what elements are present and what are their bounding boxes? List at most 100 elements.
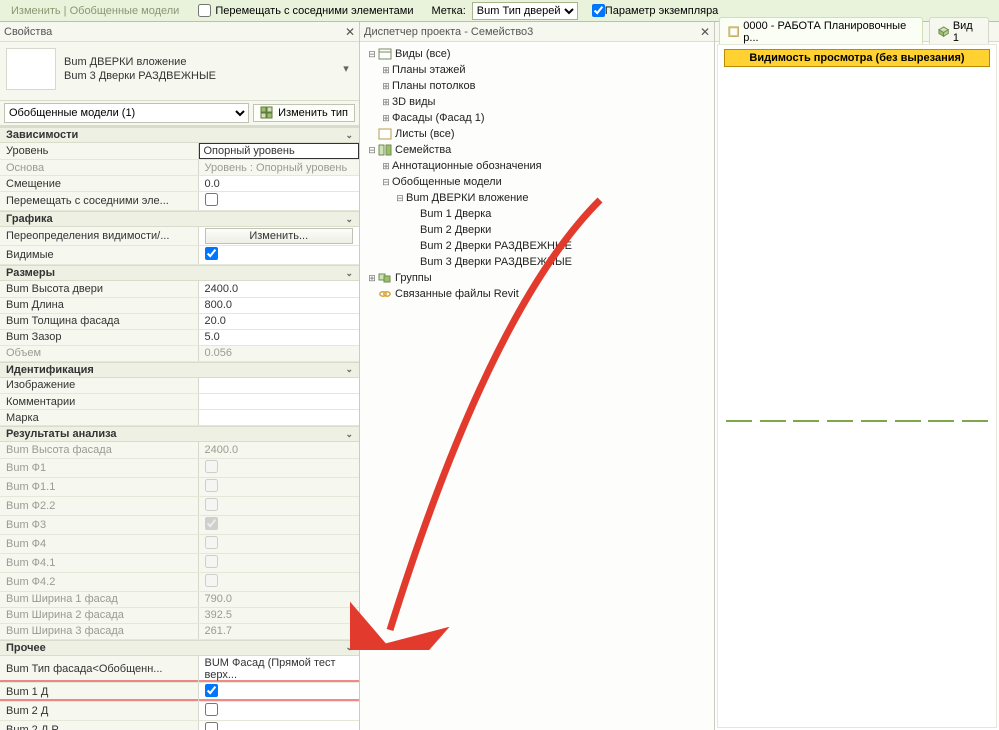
property-name: Уровень bbox=[0, 143, 198, 160]
property-value[interactable]: Опорный уровень bbox=[198, 143, 359, 160]
property-name: Bum Ф4.1 bbox=[0, 553, 198, 572]
tree-node-label: Bum 3 Дверки РАЗДВЕЖНЫЕ bbox=[420, 256, 572, 268]
tree-twisty-icon[interactable]: ⊞ bbox=[380, 81, 392, 92]
fam-icon bbox=[378, 144, 392, 156]
view-tab-sheet[interactable]: 0000 - РАБОТА Планировочные р... bbox=[719, 17, 923, 46]
view-tab-view1[interactable]: Вид 1 bbox=[929, 17, 989, 46]
tree-node[interactable]: ⊟Виды (все) bbox=[364, 46, 710, 62]
view-tab-view1-label: Вид 1 bbox=[953, 20, 980, 44]
properties-close-icon[interactable]: ✕ bbox=[345, 25, 355, 39]
property-value[interactable] bbox=[198, 701, 359, 720]
property-name: Bum Ширина 1 фасад bbox=[0, 591, 198, 607]
property-group-header[interactable]: Графика⌄ bbox=[0, 211, 359, 227]
tree-twisty-icon[interactable]: ⊞ bbox=[380, 97, 392, 108]
property-group-header[interactable]: Зависимости ⌄ bbox=[0, 127, 359, 143]
property-value: 261.7 bbox=[198, 623, 359, 639]
tree-node[interactable]: ⊞Планы потолков bbox=[364, 78, 710, 94]
properties-grid[interactable]: Зависимости⌄УровеньОпорный уровеньОснова… bbox=[0, 126, 359, 730]
property-value[interactable]: Изменить... bbox=[198, 227, 359, 246]
property-value: 392.5 bbox=[198, 607, 359, 623]
property-value bbox=[198, 458, 359, 477]
tree-node[interactable]: ⊞Группы bbox=[364, 270, 710, 286]
property-checkbox bbox=[205, 517, 218, 530]
property-name: Bum Ф4 bbox=[0, 534, 198, 553]
collapse-icon[interactable]: ⌄ bbox=[345, 429, 353, 440]
property-value[interactable]: 5.0 bbox=[198, 329, 359, 345]
collapse-icon[interactable]: ⌄ bbox=[345, 268, 353, 279]
tree-node[interactable]: Листы (все) bbox=[364, 126, 710, 142]
tree-node[interactable]: ⊟ Семейства bbox=[364, 142, 710, 158]
mark-select[interactable]: Bum Тип дверей bbox=[472, 2, 578, 20]
property-name: Bum Ф1 bbox=[0, 458, 198, 477]
tree-twisty-icon[interactable]: ⊞ bbox=[380, 113, 392, 124]
property-group-title: Зависимости bbox=[6, 129, 78, 141]
project-browser-panel: Диспетчер проекта - Семейство3 ✕ ⊟Виды (… bbox=[360, 22, 715, 730]
property-value[interactable] bbox=[198, 720, 359, 730]
move-with-neighbours-checkbox[interactable]: Перемещать с соседними элементами bbox=[198, 4, 413, 17]
tree-twisty-icon[interactable]: ⊞ bbox=[380, 65, 392, 76]
collapse-icon[interactable]: ⌄ bbox=[345, 214, 353, 225]
property-value[interactable] bbox=[198, 246, 359, 265]
viewport[interactable]: Видимость просмотра (без вырезания) bbox=[717, 44, 997, 728]
tree-node[interactable]: Связанные файлы Revit bbox=[364, 286, 710, 302]
property-group-header[interactable]: Размеры ⌄ bbox=[0, 265, 359, 281]
property-checkbox[interactable] bbox=[205, 247, 218, 260]
tree-node[interactable]: ⊟Bum ДВЕРКИ вложение bbox=[364, 190, 710, 206]
tree-node-label: Семейства bbox=[395, 144, 451, 156]
property-checkbox[interactable] bbox=[205, 684, 218, 697]
instance-param-checkbox[interactable]: Параметр экземпляра bbox=[592, 4, 719, 17]
tree-twisty-icon[interactable]: ⊟ bbox=[380, 177, 392, 188]
mark-label: Метка: bbox=[431, 5, 465, 17]
category-filter-select[interactable]: Обобщенные модели (1) bbox=[4, 103, 249, 123]
property-value[interactable] bbox=[198, 378, 359, 394]
property-value: 2400.0 bbox=[198, 442, 359, 458]
property-group-header[interactable]: Результаты анализа⌄ bbox=[0, 426, 359, 442]
move-with-neighbours-input[interactable] bbox=[198, 4, 211, 17]
property-group-header[interactable]: Идентификация⌄ bbox=[0, 362, 359, 378]
type-selector-dropdown-icon[interactable]: ▾ bbox=[339, 62, 353, 76]
tree-node[interactable]: Bum 2 Дверки bbox=[364, 222, 710, 238]
collapse-icon[interactable]: ⌄ bbox=[345, 642, 353, 653]
property-value[interactable] bbox=[198, 394, 359, 410]
tree-twisty-icon[interactable]: ⊞ bbox=[380, 161, 392, 172]
property-checkbox[interactable] bbox=[205, 193, 218, 206]
tree-node[interactable]: ⊞Планы этажей bbox=[364, 62, 710, 78]
property-value[interactable]: 0.0 bbox=[198, 176, 359, 192]
property-value[interactable]: BUM Фасад (Прямой тест верх... bbox=[198, 656, 359, 683]
property-edit-button[interactable]: Изменить... bbox=[205, 228, 354, 244]
tree-node[interactable]: Bum 2 Дверки РАЗДВЕЖНЫЕ bbox=[364, 238, 710, 254]
tree-twisty-icon[interactable]: ⊟ bbox=[366, 145, 378, 156]
property-value[interactable]: 800.0 bbox=[198, 297, 359, 313]
edit-type-button[interactable]: Изменить тип bbox=[253, 104, 355, 122]
instance-param-label: Параметр экземпляра bbox=[605, 5, 719, 17]
property-checkbox[interactable] bbox=[205, 703, 218, 716]
property-group-title: Размеры bbox=[6, 267, 55, 279]
property-input[interactable]: Опорный уровень bbox=[199, 143, 360, 159]
property-value bbox=[198, 553, 359, 572]
type-selector[interactable]: Bum ДВЕРКИ вложение Bum 3 Дверки РАЗДВЕЖ… bbox=[0, 42, 359, 100]
tree-node[interactable]: Bum 1 Дверка bbox=[364, 206, 710, 222]
tree-twisty-icon[interactable]: ⊟ bbox=[366, 49, 378, 60]
property-group-header[interactable]: Прочее ⌄ bbox=[0, 640, 359, 656]
property-value[interactable] bbox=[198, 410, 359, 426]
property-checkbox[interactable] bbox=[205, 722, 218, 730]
property-name: Bum Высота фасада bbox=[0, 442, 198, 458]
tree-node[interactable]: ⊞3D виды bbox=[364, 94, 710, 110]
tree-node[interactable]: ⊞Аннотационные обозначения bbox=[364, 158, 710, 174]
property-value[interactable]: 2400.0 bbox=[198, 281, 359, 297]
tree-twisty-icon[interactable]: ⊞ bbox=[366, 273, 378, 284]
property-value[interactable] bbox=[198, 682, 359, 701]
tree-twisty-icon[interactable]: ⊟ bbox=[394, 193, 406, 204]
property-value: 0.056 bbox=[198, 345, 359, 361]
tree-node[interactable]: ⊞Фасады (Фасад 1) bbox=[364, 110, 710, 126]
collapse-icon[interactable]: ⌄ bbox=[345, 364, 353, 375]
tree-node[interactable]: Bum 3 Дверки РАЗДВЕЖНЫЕ bbox=[364, 254, 710, 270]
property-value[interactable] bbox=[198, 192, 359, 211]
property-group-title: Прочее bbox=[6, 642, 46, 654]
property-value[interactable]: 20.0 bbox=[198, 313, 359, 329]
project-browser-tree[interactable]: ⊟Виды (все)⊞Планы этажей⊞Планы потолков⊞… bbox=[360, 42, 714, 306]
tree-node[interactable]: ⊟Обобщенные модели bbox=[364, 174, 710, 190]
collapse-icon[interactable]: ⌄ bbox=[345, 130, 353, 141]
project-browser-close-icon[interactable]: ✕ bbox=[700, 25, 710, 39]
instance-param-input[interactable] bbox=[592, 4, 605, 17]
